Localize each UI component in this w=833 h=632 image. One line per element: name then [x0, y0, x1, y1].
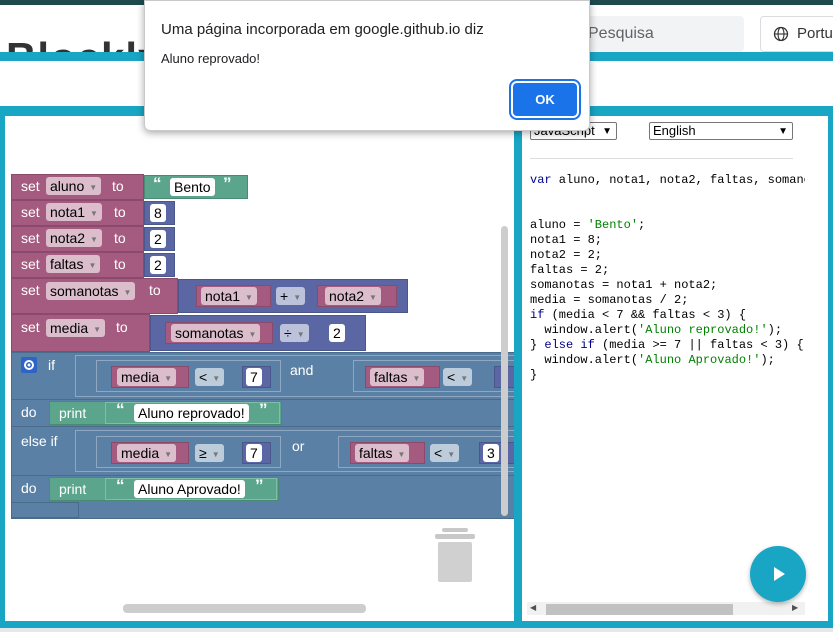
if-block-footer [11, 502, 79, 518]
get-media2-dropdown[interactable]: media ▼ [117, 444, 177, 462]
var-faltas-dropdown[interactable]: faltas ▼ [46, 255, 101, 273]
locale-select[interactable]: English ▼ [649, 122, 793, 140]
text-reprovado-field[interactable]: Aluno reprovado! [134, 404, 249, 422]
var-nota1-dropdown[interactable]: nota1 ▼ [46, 203, 102, 221]
print-label: print [59, 481, 87, 497]
set-label: set [21, 178, 40, 194]
quote-open-icon: “ [116, 400, 125, 419]
scroll-right-icon[interactable]: ▶ [792, 603, 798, 612]
to-label: to [114, 230, 126, 246]
get-nota2-dropdown[interactable]: nota2 ▼ [325, 287, 381, 305]
do-label: do [21, 404, 37, 420]
set-label: set [21, 230, 40, 246]
quote-open-icon: “ [116, 476, 125, 495]
op-lt2-dropdown[interactable]: < ▼ [443, 368, 473, 386]
var-aluno-dropdown[interactable]: aluno ▼ [46, 177, 102, 195]
op-lt3-dropdown[interactable]: < ▼ [430, 444, 460, 462]
set-label: set [21, 204, 40, 220]
gear-icon[interactable] [21, 357, 37, 373]
op-gte-dropdown[interactable]: ≥ ▼ [195, 444, 224, 462]
var-media-dropdown[interactable]: media ▼ [46, 319, 106, 337]
quote-close-icon: ” [259, 400, 268, 419]
language-button[interactable]: Portu [760, 16, 833, 52]
number-7-field[interactable]: 7 [246, 368, 262, 386]
text-aprovado-field[interactable]: Aluno Aprovado! [134, 480, 245, 498]
number-7b-field[interactable]: 7 [246, 444, 262, 462]
if-label: if [48, 357, 55, 373]
get-faltas-dropdown[interactable]: faltas ▼ [370, 368, 425, 386]
quote-close-icon: ” [223, 174, 232, 193]
number-div2-field[interactable]: 2 [329, 324, 345, 342]
number-3-field[interactable]: 3 [483, 444, 499, 462]
or-label: or [292, 438, 305, 454]
number-2-field[interactable]: 2 [150, 230, 166, 248]
text-bento-field[interactable]: Bento [170, 178, 215, 196]
number-2b-field[interactable]: 2 [150, 256, 166, 274]
to-label: to [116, 319, 128, 335]
alert-dialog: Uma página incorporada em google.github.… [144, 0, 590, 131]
run-button[interactable] [750, 546, 806, 602]
op-lt-dropdown[interactable]: < ▼ [195, 368, 225, 386]
set-label: set [21, 256, 40, 272]
play-icon [774, 567, 785, 581]
code-divider [530, 158, 793, 159]
get-nota1-dropdown[interactable]: nota1 ▼ [201, 287, 257, 305]
to-label: to [114, 204, 126, 220]
get-somanotas-dropdown[interactable]: somanotas ▼ [171, 324, 261, 342]
and-label: and [290, 362, 314, 378]
to-label: to [114, 256, 126, 272]
var-nota2-dropdown[interactable]: nota2 ▼ [46, 229, 102, 247]
language-button-label: Portu [797, 25, 833, 42]
dialog-message: Aluno reprovado! [161, 51, 261, 66]
print-label: print [59, 405, 87, 421]
number-8-field[interactable]: 8 [150, 204, 166, 222]
do-label: do [21, 480, 37, 496]
scroll-left-icon[interactable]: ◀ [530, 603, 536, 612]
workspace-horizontal-scrollbar[interactable] [123, 604, 366, 613]
set-label: set [21, 282, 40, 298]
op-div-dropdown[interactable]: ÷ ▼ [280, 324, 309, 342]
set-label: set [21, 319, 40, 335]
globe-icon [773, 26, 789, 42]
workspace-vertical-scrollbar[interactable] [501, 226, 508, 516]
code-scroll-thumb[interactable] [546, 604, 733, 615]
to-label: to [149, 282, 161, 298]
quote-open-icon: “ [153, 174, 162, 193]
chevron-down-icon: ▼ [602, 126, 612, 137]
var-somanotas-dropdown[interactable]: somanotas ▼ [46, 282, 136, 300]
ok-button[interactable]: OK [513, 83, 577, 116]
to-label: to [112, 178, 124, 194]
get-media-dropdown[interactable]: media ▼ [117, 368, 177, 386]
dialog-title: Uma página incorporada em google.github.… [161, 21, 484, 38]
bottom-bar [0, 628, 833, 632]
get-faltas2-dropdown[interactable]: faltas ▼ [355, 444, 410, 462]
else-if-label: else if [21, 433, 58, 449]
quote-close-icon: ” [255, 476, 264, 495]
code-viewport: var aluno, nota1, nota2, faltas, somanot… [530, 173, 805, 593]
op-plus-dropdown[interactable]: + ▼ [276, 287, 306, 305]
generated-code: var aluno, nota1, nota2, faltas, somanot… [530, 173, 805, 382]
search-placeholder: Pesquisa [588, 25, 654, 42]
chevron-down-icon: ▼ [778, 126, 788, 137]
trash-icon[interactable] [434, 528, 476, 584]
